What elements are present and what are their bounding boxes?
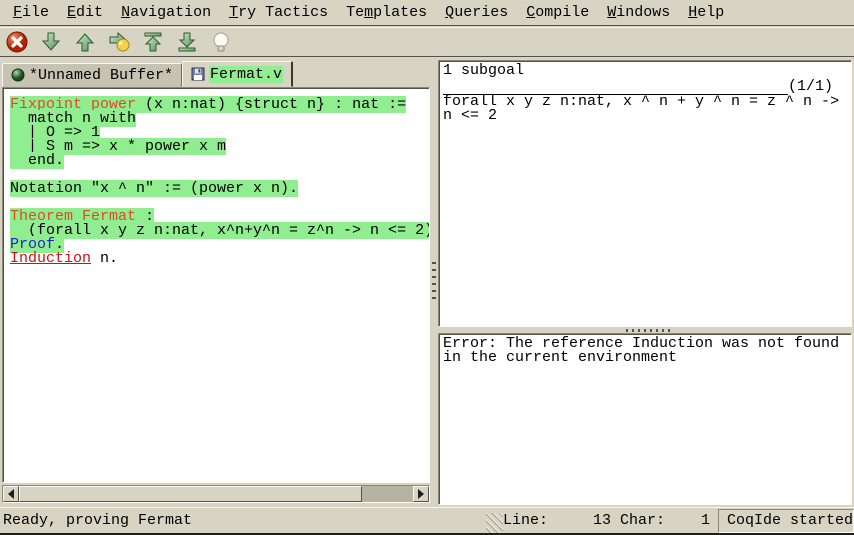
hint-button[interactable] — [208, 29, 234, 55]
char-label: Char: — [611, 512, 665, 529]
coqide-window: File Edit Navigation Try Tactics Templat… — [0, 0, 854, 535]
buffer-status-icon — [11, 68, 25, 82]
menu-navigation[interactable]: Navigation — [112, 2, 220, 23]
tab-label: *Unnamed Buffer* — [29, 67, 173, 84]
menu-file[interactable]: File — [4, 2, 58, 23]
menu-compile[interactable]: Compile — [517, 2, 598, 23]
stop-button[interactable] — [4, 29, 30, 55]
right-arrow-icon — [418, 489, 429, 499]
tab-unnamed-buffer[interactable]: *Unnamed Buffer* — [2, 63, 182, 87]
up-arrow-icon — [73, 30, 97, 54]
goal-statement: forall x y z n:nat, x ^ n + y ^ n = z ^ … — [443, 95, 850, 123]
go-to-cursor-button[interactable] — [106, 29, 132, 55]
menu-bar: File Edit Navigation Try Tactics Templat… — [0, 0, 854, 26]
error-message: Error: The reference Induction was not f… — [443, 337, 850, 365]
scrollbar-thumb[interactable] — [19, 486, 362, 502]
toolbar — [0, 27, 854, 57]
coqide-status: CoqIde started — [718, 509, 854, 533]
cursor-position: Line:13 Char:1 — [503, 512, 710, 529]
messages-panel: Error: The reference Induction was not f… — [438, 333, 852, 505]
status-bar: Ready, proving Fermat Line:13 Char:1 Coq… — [0, 507, 854, 533]
code-line: end. — [10, 154, 429, 168]
save-icon — [191, 67, 205, 81]
buffer-tabs: *Unnamed Buffer* Fermat.v — [2, 60, 293, 87]
up-arrow-bar-icon — [141, 30, 165, 54]
line-label: Line: — [503, 512, 548, 529]
code-line: (forall x y z n:nat, x^n+y^n = z^n -> n … — [10, 224, 429, 238]
lightbulb-icon — [209, 30, 233, 54]
code-line: | S m => x * power x m — [10, 140, 429, 154]
menu-queries[interactable]: Queries — [436, 2, 517, 23]
stop-icon — [5, 30, 29, 54]
go-up-button[interactable] — [72, 29, 98, 55]
go-to-start-button[interactable] — [140, 29, 166, 55]
menu-try-tactics[interactable]: Try Tactics — [220, 2, 337, 23]
down-arrow-icon — [39, 30, 63, 54]
scrollbar-track[interactable] — [362, 486, 413, 502]
tab-fermat[interactable]: Fermat.v — [182, 61, 293, 87]
code-line: Notation "x ^ n" := (power x n). — [10, 182, 429, 196]
left-arrow-icon — [3, 489, 14, 499]
menu-help[interactable]: Help — [679, 2, 733, 23]
down-arrow-bar-icon — [175, 30, 199, 54]
divider-grip-dots — [626, 329, 670, 332]
scroll-left-button[interactable] — [3, 486, 19, 502]
resize-grip[interactable] — [486, 513, 503, 533]
scroll-right-button[interactable] — [413, 486, 429, 502]
menu-windows[interactable]: Windows — [598, 2, 679, 23]
go-down-button[interactable] — [38, 29, 64, 55]
vertical-pane-divider[interactable] — [431, 60, 437, 505]
code-line: Induction n. — [10, 252, 429, 266]
script-editor[interactable]: Fixpoint power (x n:nat) {struct n} : na… — [2, 87, 430, 483]
char-number: 1 — [665, 512, 710, 529]
horizontal-scrollbar[interactable] — [2, 485, 430, 503]
status-message: Ready, proving Fermat — [0, 512, 486, 529]
line-number: 13 — [548, 512, 611, 529]
arrow-to-cursor-icon — [107, 30, 131, 54]
menu-templates[interactable]: Templates — [337, 2, 436, 23]
divider-grip-dots — [432, 262, 436, 304]
go-to-end-button[interactable] — [174, 29, 200, 55]
tab-label: Fermat.v — [209, 66, 283, 83]
subgoal-count: 1 subgoal — [443, 64, 849, 78]
goals-panel: 1 subgoal (1/1) forall x y z n:nat, x ^ … — [438, 60, 852, 327]
menu-edit[interactable]: Edit — [58, 2, 112, 23]
